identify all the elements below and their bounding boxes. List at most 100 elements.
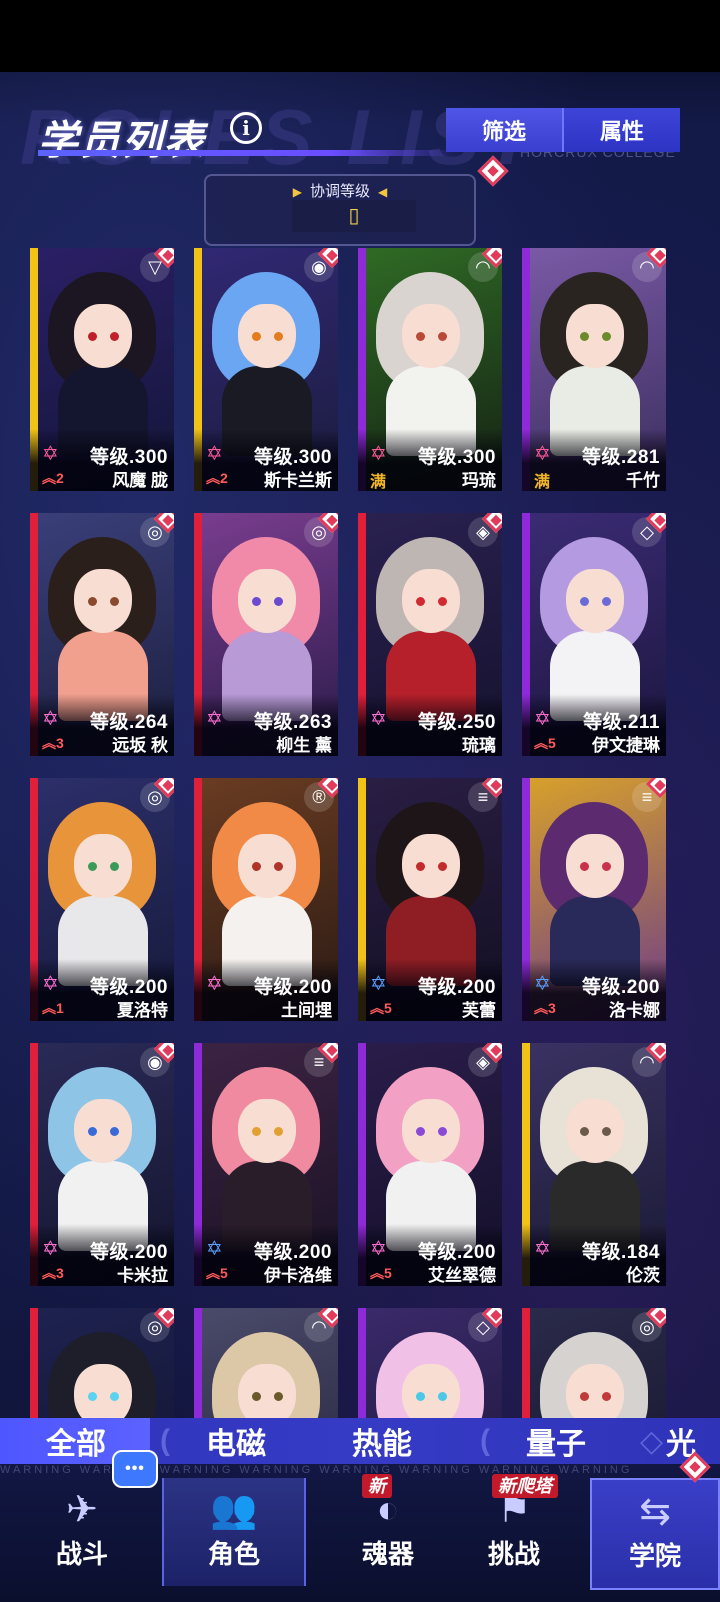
tab-thermal-label: 热能: [352, 1428, 412, 1461]
hexagram-star-icon: ✡: [534, 973, 551, 995]
rank-arrow-icon: ︽: [534, 735, 548, 751]
attribute-button[interactable]: 属性: [562, 108, 680, 152]
awaken-rank: ︽3: [42, 1263, 64, 1283]
portrait-eye: [88, 332, 97, 341]
nav-role[interactable]: 👥 角色: [162, 1478, 306, 1586]
hexagram-star-icon: ✡: [370, 973, 387, 995]
portrait-eye: [602, 597, 611, 606]
tab-thermal[interactable]: 热能: [310, 1418, 470, 1464]
portrait-face: [402, 834, 460, 898]
portrait-face: [566, 1099, 624, 1163]
hexagram-star-icon: ✡: [42, 708, 59, 730]
character-card[interactable]: ≡ ✡ 等级.200 ︽3 洛卡娜: [522, 778, 666, 1021]
character-grid: ▽ ✡ 等级.300 ︽2 风魔 胧 ◉ ✡ 等级.300 ︽2 斯卡兰斯 ◠ ✡ 等级.300 满玛琉 ◠…: [30, 248, 670, 1551]
users-icon: 👥: [210, 1489, 258, 1531]
awaken-rank-value: 1: [56, 1000, 64, 1016]
new-tower-badge: 新爬塔: [492, 1474, 558, 1498]
tab-electromagnetic[interactable]: ( 电磁: [150, 1418, 310, 1464]
character-card[interactable]: ▽ ✡ 等级.300 ︽2 风魔 胧: [30, 248, 174, 491]
hexagram-star-icon: ✡: [534, 1238, 551, 1260]
character-card[interactable]: ◎ ✡ 等级.264 ︽3 远坂 秋: [30, 513, 174, 756]
nav-challenge[interactable]: ⚑ 新爬塔 挑战: [444, 1474, 584, 1586]
awaken-rank-value: 3: [56, 1265, 64, 1281]
nav-soul-label: 魂器: [361, 1539, 414, 1569]
portrait-face: [238, 1099, 296, 1163]
awaken-rank: ︽3: [42, 733, 64, 753]
tab-electromagnetic-label: 电磁: [206, 1428, 266, 1461]
right-arrow-icon[interactable]: ◀: [378, 185, 387, 199]
portrait-eye: [252, 597, 261, 606]
portrait-eye: [88, 862, 97, 871]
nav-battle[interactable]: ✈ 战斗: [12, 1478, 152, 1586]
rank-arrow-icon: ︽: [42, 1265, 56, 1281]
character-card[interactable]: ◠ ✡ 等级.281 满千竹: [522, 248, 666, 491]
rank-arrow-icon: ︽: [42, 1000, 56, 1016]
portrait-eye: [252, 1127, 261, 1136]
awaken-rank: ︽1: [42, 998, 64, 1018]
left-arrow-icon[interactable]: ▶: [293, 185, 302, 199]
portrait-eye: [110, 1392, 119, 1401]
portrait-eye: [580, 1127, 589, 1136]
awaken-rank-value: 满: [534, 474, 551, 491]
character-card[interactable]: ◉ ✡ 等级.200 ︽3 卡米拉: [30, 1043, 174, 1286]
character-card[interactable]: ≡ ✡ 等级.200 ︽5 芙蕾: [358, 778, 502, 1021]
character-level: 等级.200: [90, 977, 168, 998]
character-card[interactable]: ◎ ✡ 等级.200 ︽1 夏洛特: [30, 778, 174, 1021]
awaken-rank: ︽3: [534, 998, 556, 1018]
hexagram-star-icon: ✡: [534, 443, 551, 465]
character-level: 等级.200: [418, 977, 496, 998]
portrait-eye: [602, 1127, 611, 1136]
character-card[interactable]: ◉ ✡ 等级.300 ︽2 斯卡兰斯: [194, 248, 338, 491]
portrait-eye: [88, 1392, 97, 1401]
sort-selector[interactable]: ▶ 协调等级 ◀ ▯: [204, 174, 476, 246]
character-card[interactable]: ◠ ✡ 等级.300 满玛琉: [358, 248, 502, 491]
portrait-eye: [602, 862, 611, 871]
tab-light[interactable]: ◇ 光: [630, 1418, 720, 1464]
tab-quantum[interactable]: ( 量子: [470, 1418, 630, 1464]
hexagram-star-icon: ✡: [206, 708, 223, 730]
nav-soul-weapon[interactable]: ◐ 新 魂器: [318, 1474, 458, 1586]
awaken-rank: ︽5: [370, 998, 392, 1018]
portrait-eye: [416, 1127, 425, 1136]
nav-role-label: 角色: [207, 1539, 260, 1569]
portrait-eye: [438, 1127, 447, 1136]
character-card[interactable]: ◇ ✡ 等级.211 ︽5 伊文捷琳: [522, 513, 666, 756]
sort-label: 协调等级: [309, 183, 370, 200]
filter-button[interactable]: 筛选: [446, 108, 562, 152]
character-card[interactable]: ≡ ✡ 等级.200 ︽5 伊卡洛维: [194, 1043, 338, 1286]
hexagram-star-icon: ✡: [42, 443, 59, 465]
character-level: 等级.200: [582, 977, 660, 998]
portrait-eye: [416, 332, 425, 341]
globe-icon: ✈: [66, 1489, 98, 1531]
portrait-face: [402, 1099, 460, 1163]
portrait-face: [402, 569, 460, 633]
portrait-eye: [274, 332, 283, 341]
portrait-eye: [580, 1392, 589, 1401]
character-level: 等级.281: [582, 447, 660, 468]
portrait-eye: [252, 862, 261, 871]
character-card[interactable]: ◈ ✡ 等级.250 琉璃: [358, 513, 502, 756]
nav-academy[interactable]: ⇆ 学院: [590, 1478, 720, 1590]
status-bar: [0, 0, 720, 72]
character-level: 等级.250: [418, 712, 496, 733]
nav-academy-label: 学院: [628, 1541, 681, 1571]
portrait-eye: [438, 332, 447, 341]
portrait-face: [74, 1099, 132, 1163]
character-level: 等级.200: [90, 1242, 168, 1263]
chat-bubble-button[interactable]: •••: [112, 1450, 158, 1488]
portrait-face: [566, 304, 624, 368]
portrait-eye: [110, 1127, 119, 1136]
character-card[interactable]: ◈ ✡ 等级.200 ︽5 艾丝翠德: [358, 1043, 502, 1286]
info-icon[interactable]: i: [230, 112, 262, 144]
tab-deco-icon: ◇: [640, 1425, 664, 1458]
portrait-face: [566, 834, 624, 898]
portrait-face: [74, 569, 132, 633]
character-name: 艾丝翠德: [428, 1266, 496, 1285]
character-card[interactable]: ® ✡ 等级.200 土间埋: [194, 778, 338, 1021]
character-card[interactable]: ◠ ✡ 等级.184 伦茨: [522, 1043, 666, 1286]
portrait-eye: [274, 1392, 283, 1401]
awaken-rank: ︽5: [370, 1263, 392, 1283]
portrait-eye: [252, 332, 261, 341]
character-card[interactable]: ◎ ✡ 等级.263 柳生 薰: [194, 513, 338, 756]
portrait-eye: [438, 597, 447, 606]
